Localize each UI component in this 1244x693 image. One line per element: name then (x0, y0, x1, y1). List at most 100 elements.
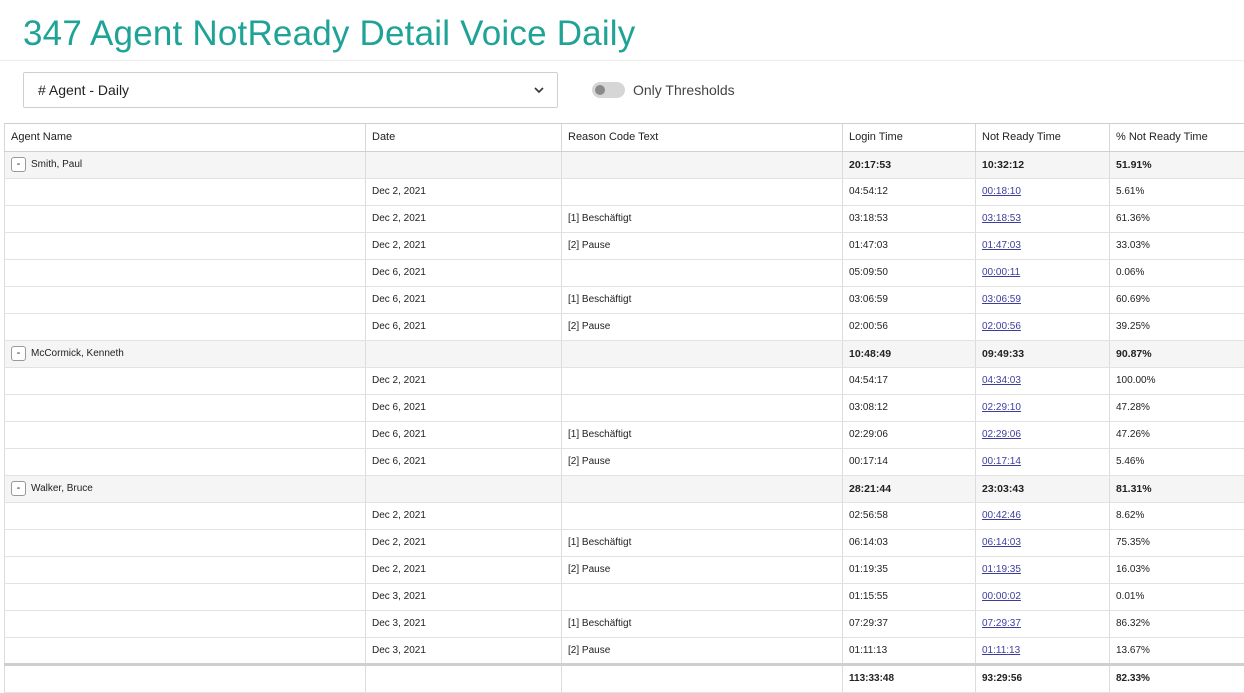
not-ready-time-link[interactable]: 07:29:37 (982, 618, 1021, 629)
not-ready-time-cell: 04:34:03 (976, 367, 1110, 394)
reason-cell (562, 394, 843, 421)
column-header-reason-code[interactable]: Reason Code Text (562, 124, 843, 151)
reason-cell (562, 151, 843, 178)
not-ready-time-link[interactable]: 00:42:46 (982, 510, 1021, 521)
pct-not-ready-cell: 5.46% (1110, 448, 1244, 475)
login-time-cell: 03:06:59 (843, 286, 976, 313)
not-ready-time-link[interactable]: 06:14:03 (982, 537, 1021, 548)
not-ready-time-cell: 07:29:37 (976, 610, 1110, 637)
not-ready-time-link[interactable]: 03:18:53 (982, 213, 1021, 224)
table-row: Dec 6, 2021[1] Beschäftigt03:06:5903:06:… (5, 286, 1244, 313)
login-time-cell: 03:08:12 (843, 394, 976, 421)
not-ready-time-cell: 03:06:59 (976, 286, 1110, 313)
reason-cell: [1] Beschäftigt (562, 421, 843, 448)
date-cell: Dec 3, 2021 (366, 610, 562, 637)
column-header-login-time[interactable]: Login Time (843, 124, 976, 151)
total-row: 113:33:4893:29:5682.33% (5, 664, 1244, 692)
table-row: Dec 6, 2021[2] Pause00:17:1400:17:145.46… (5, 448, 1244, 475)
pct-not-ready-cell: 61.36% (1110, 205, 1244, 232)
pct-not-ready-cell: 8.62% (1110, 502, 1244, 529)
pct-not-ready-cell: 90.87% (1110, 340, 1244, 367)
agent-name-cell (5, 421, 366, 448)
not-ready-time-link[interactable]: 02:29:06 (982, 429, 1021, 440)
agent-name-cell (5, 178, 366, 205)
collapse-group-button[interactable]: - (11, 346, 26, 361)
total-pct-not-ready: 82.33% (1110, 664, 1244, 692)
date-cell (366, 340, 562, 367)
not-ready-time-cell: 09:49:33 (976, 340, 1110, 367)
login-time-cell: 01:47:03 (843, 232, 976, 259)
login-time-cell: 04:54:17 (843, 367, 976, 394)
pct-not-ready-cell: 0.01% (1110, 583, 1244, 610)
agent-name-cell (5, 529, 366, 556)
login-time-cell: 01:19:35 (843, 556, 976, 583)
login-time-cell: 01:15:55 (843, 583, 976, 610)
agent-name-cell (5, 232, 366, 259)
date-cell (366, 664, 562, 692)
reason-cell (562, 259, 843, 286)
not-ready-time-link[interactable]: 00:18:10 (982, 186, 1021, 197)
report-view-select[interactable]: # Agent - Daily (23, 72, 558, 108)
pct-not-ready-cell: 0.06% (1110, 259, 1244, 286)
not-ready-time-link[interactable]: 01:19:35 (982, 564, 1021, 575)
table-row: Dec 2, 2021[2] Pause01:47:0301:47:0333.0… (5, 232, 1244, 259)
reason-cell: [2] Pause (562, 313, 843, 340)
reason-cell (562, 178, 843, 205)
login-time-cell: 10:48:49 (843, 340, 976, 367)
agent-name: Smith, Paul (31, 159, 82, 170)
reason-cell: [2] Pause (562, 232, 843, 259)
not-ready-time-cell: 00:42:46 (976, 502, 1110, 529)
not-ready-time-link[interactable]: 04:34:03 (982, 375, 1021, 386)
agent-name-cell (5, 313, 366, 340)
column-header-date[interactable]: Date (366, 124, 562, 151)
pct-not-ready-cell: 100.00% (1110, 367, 1244, 394)
not-ready-time-link[interactable]: 01:11:13 (982, 645, 1020, 656)
pct-not-ready-cell: 51.91% (1110, 151, 1244, 178)
reason-cell (562, 475, 843, 502)
date-cell: Dec 2, 2021 (366, 556, 562, 583)
date-cell: Dec 6, 2021 (366, 313, 562, 340)
agent-name-cell (5, 583, 366, 610)
not-ready-time-cell: 00:00:02 (976, 583, 1110, 610)
table-row: Dec 2, 2021[1] Beschäftigt06:14:0306:14:… (5, 529, 1244, 556)
login-time-cell: 01:11:13 (843, 637, 976, 664)
pct-not-ready-cell: 33.03% (1110, 232, 1244, 259)
not-ready-time-link[interactable]: 00:17:14 (982, 456, 1021, 467)
total-not-ready-time: 93:29:56 (976, 664, 1110, 692)
agent-group-row[interactable]: -Walker, Bruce28:21:4423:03:4381.31% (5, 475, 1244, 502)
collapse-group-button[interactable]: - (11, 481, 26, 496)
agent-name-cell: -Smith, Paul (5, 151, 366, 178)
not-ready-time-cell: 02:29:10 (976, 394, 1110, 421)
date-cell: Dec 2, 2021 (366, 502, 562, 529)
not-ready-time-link[interactable]: 00:00:02 (982, 591, 1021, 602)
pct-not-ready-cell: 75.35% (1110, 529, 1244, 556)
table-row: Dec 2, 2021[1] Beschäftigt03:18:5303:18:… (5, 205, 1244, 232)
date-cell: Dec 2, 2021 (366, 529, 562, 556)
column-header-not-ready-time[interactable]: Not Ready Time (976, 124, 1110, 151)
not-ready-time-link[interactable]: 02:29:10 (982, 402, 1021, 413)
title-divider (0, 60, 1244, 61)
table-row: Dec 2, 202104:54:1200:18:105.61% (5, 178, 1244, 205)
only-thresholds-toggle[interactable] (592, 82, 625, 98)
agent-name-cell (5, 610, 366, 637)
not-ready-time-cell: 02:29:06 (976, 421, 1110, 448)
agent-group-row[interactable]: -Smith, Paul20:17:5310:32:1251.91% (5, 151, 1244, 178)
collapse-group-button[interactable]: - (11, 157, 26, 172)
date-cell: Dec 6, 2021 (366, 259, 562, 286)
login-time-cell: 28:21:44 (843, 475, 976, 502)
not-ready-time-link[interactable]: 02:00:56 (982, 321, 1021, 332)
reason-cell: [2] Pause (562, 448, 843, 475)
agent-name-cell (5, 394, 366, 421)
not-ready-time-link[interactable]: 00:00:11 (982, 267, 1020, 278)
date-cell: Dec 6, 2021 (366, 286, 562, 313)
not-ready-time-link[interactable]: 01:47:03 (982, 240, 1021, 251)
column-header-pct-not-ready[interactable]: % Not Ready Time (1110, 124, 1244, 151)
column-header-agent-name[interactable]: Agent Name (5, 124, 366, 151)
reason-cell: [1] Beschäftigt (562, 205, 843, 232)
not-ready-time-link[interactable]: 03:06:59 (982, 294, 1021, 305)
not-ready-time-cell: 01:47:03 (976, 232, 1110, 259)
chevron-down-icon (533, 84, 545, 96)
agent-group-row[interactable]: -McCormick, Kenneth10:48:4909:49:3390.87… (5, 340, 1244, 367)
agent-name-cell (5, 448, 366, 475)
pct-not-ready-cell: 16.03% (1110, 556, 1244, 583)
